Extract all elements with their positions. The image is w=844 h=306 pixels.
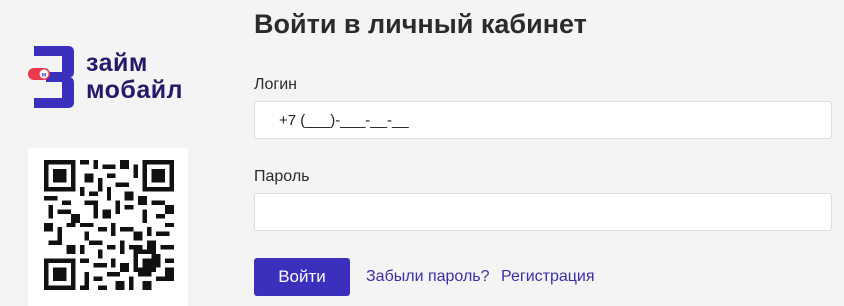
qr-code-icon: [44, 160, 174, 290]
password-label: Пароль: [254, 168, 310, 185]
brand-badge: м: [42, 73, 47, 79]
password-field[interactable]: [254, 193, 832, 231]
page-title: Войти в личный кабинет: [254, 9, 587, 39]
forgot-password-link[interactable]: Забыли пароль?: [366, 268, 490, 286]
brand-name-line2: мобайл: [86, 76, 184, 104]
qr-code-panel: [28, 148, 188, 306]
brand-name-line1: займ: [86, 49, 148, 77]
brand-logo-mark-icon: м: [28, 46, 74, 108]
brand-name: займ мобайл: [86, 50, 183, 104]
login-field[interactable]: [254, 101, 832, 139]
login-label: Логин: [254, 76, 298, 93]
register-link[interactable]: Регистрация: [501, 268, 595, 286]
login-button[interactable]: Войти: [254, 258, 350, 296]
brand-logo: м займ мобайл: [28, 42, 218, 114]
